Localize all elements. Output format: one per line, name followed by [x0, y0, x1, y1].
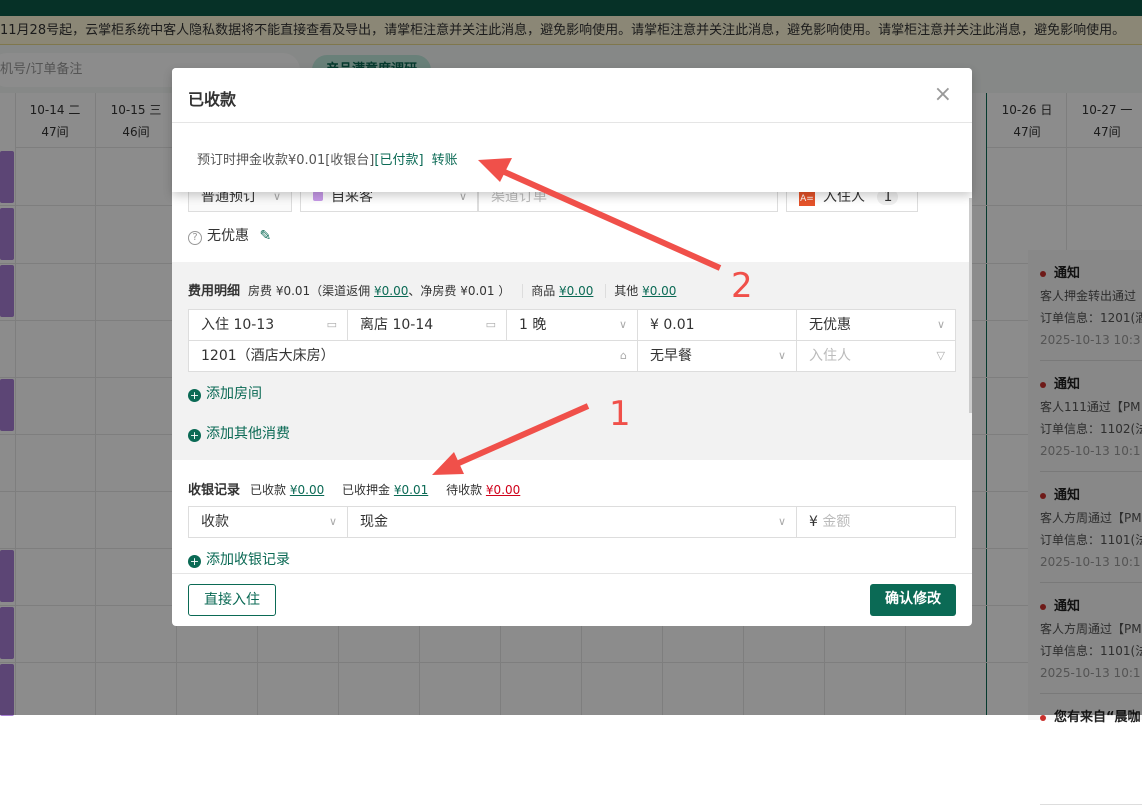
- annotation-1: 1: [609, 394, 631, 434]
- arrow-1-head: [432, 452, 464, 475]
- arrow-1: [450, 403, 590, 469]
- annotation-2: 2: [731, 266, 753, 306]
- arrow-2: [498, 167, 722, 271]
- annotation-arrows: [432, 158, 722, 475]
